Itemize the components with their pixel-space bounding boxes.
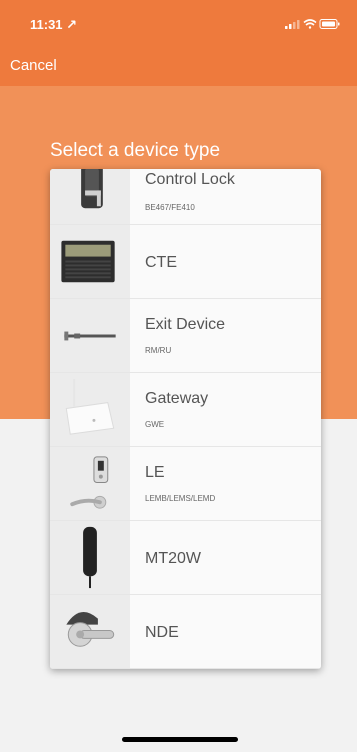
home-indicator [122,737,238,742]
exit-device-icon [50,299,130,372]
device-row-control-lock[interactable]: Control Lock BE467/FE410 [50,169,321,225]
mt20w-reader-icon [50,521,130,594]
device-models: GWE [145,420,165,429]
device-models: RM/RU [145,346,172,355]
device-row-nde[interactable]: NDE [50,595,321,669]
nde-lever-icon [50,595,130,668]
device-name: MT20W [145,550,201,567]
device-row-le[interactable]: LE LEMB/LEMS/LEMD [50,447,321,521]
device-row-exit-device[interactable]: Exit Device RM/RU [50,299,321,373]
cte-icon [50,225,130,298]
device-name: LE [145,464,165,481]
device-name: CTE [145,254,177,271]
device-row-cte[interactable]: CTE [50,225,321,299]
control-lock-icon [50,169,130,224]
device-type-list: Control Lock BE467/FE410 CTE Exit Device… [50,169,321,669]
signal-icon [285,20,300,29]
status-bar: 11:31 ↗ [0,0,357,44]
le-lock-icon [50,447,130,520]
page-title: Select a device type [50,140,221,161]
device-row-mt20w[interactable]: MT20W [50,521,321,595]
cancel-button[interactable]: Cancel [10,57,57,74]
nav-bar: Cancel [0,44,357,86]
device-name: Control Lock [145,171,235,188]
device-row-gateway[interactable]: Gateway GWE [50,373,321,447]
device-name: Gateway [145,390,209,407]
device-name: NDE [145,624,179,641]
device-models: LEMB/LEMS/LEMD [145,494,216,503]
battery-icon [319,19,340,29]
status-time: 11:31 ↗ [30,17,78,32]
device-models: BE467/FE410 [145,203,195,212]
device-name: Exit Device [145,316,226,333]
gateway-icon [50,373,130,446]
status-icons [285,17,341,29]
wifi-icon [303,19,317,29]
